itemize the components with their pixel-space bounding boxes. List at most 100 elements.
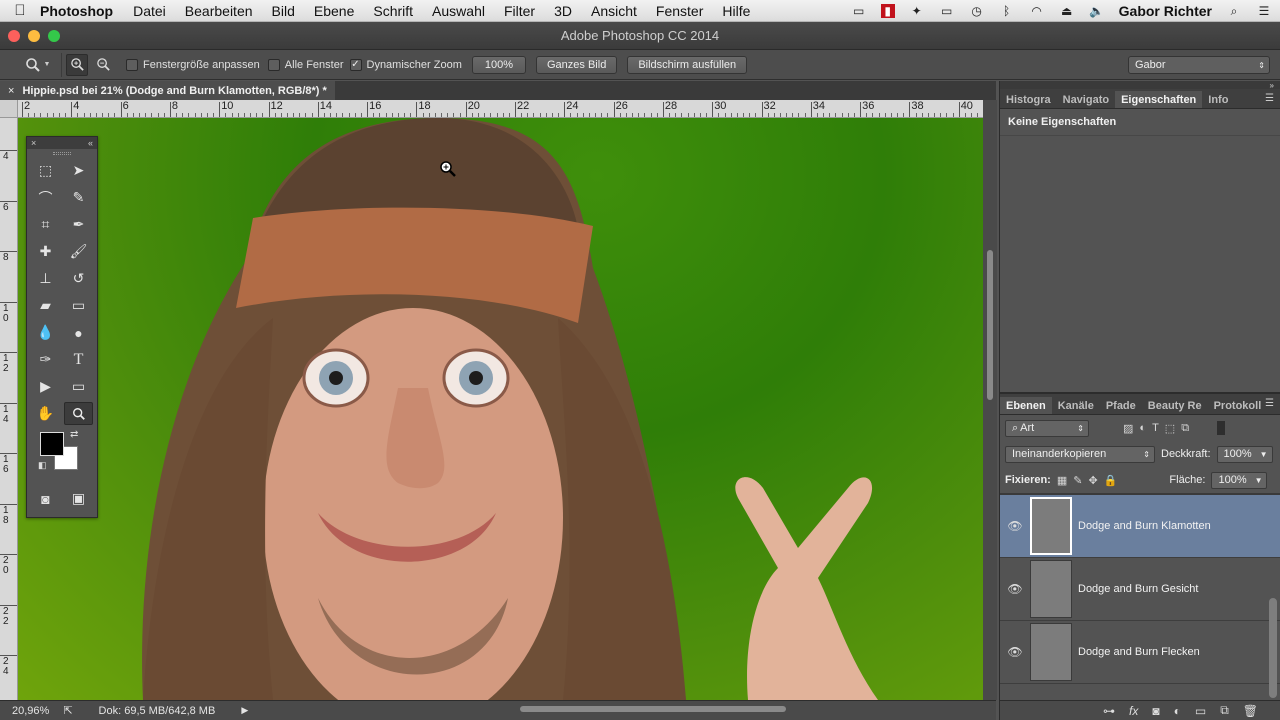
layers-scrollbar-thumb[interactable] <box>1269 598 1277 698</box>
visibility-eye-icon[interactable]: 👁 <box>1000 582 1030 596</box>
new-layer-icon[interactable]: ⧉ <box>1220 703 1229 718</box>
menu-filter[interactable]: Filter <box>504 3 535 19</box>
layer-row[interactable]: 👁 Dodge and Burn Gesicht <box>1000 558 1280 621</box>
tab-histogram[interactable]: Histogra <box>1000 91 1057 108</box>
add-mask-icon[interactable]: ◙ <box>1152 704 1159 718</box>
marquee-tool-icon[interactable]: ⬚ <box>29 157 62 184</box>
zoom-level[interactable]: 20,96% <box>12 705 49 717</box>
horizontal-ruler[interactable]: 2 4 6 8 10 12 14 16 18 20 22 24 26 28 30 32 34 36 38 40 <box>18 100 983 118</box>
canvas-horizontal-scrollbar-thumb[interactable] <box>520 706 786 712</box>
filter-kind-select[interactable]: ⌕ Art ⇕ <box>1005 419 1089 437</box>
notification-list-icon[interactable]: ☰ <box>1256 4 1272 18</box>
tab-properties[interactable]: Eigenschaften <box>1115 91 1203 108</box>
collapse-panel-icon[interactable]: « <box>88 138 93 148</box>
zoom-100-button[interactable]: 100% <box>471 55 526 74</box>
blend-mode-select[interactable]: Ineinanderkopieren ⇕ <box>1005 445 1155 463</box>
eject-icon[interactable]: ⏏ <box>1059 4 1075 18</box>
layer-row[interactable]: 👁 Dodge and Burn Flecken <box>1000 621 1280 684</box>
panel-menu-icon[interactable]: ☰ <box>1265 398 1274 409</box>
link-layers-icon[interactable]: ⊶ <box>1103 704 1115 718</box>
panel-grip[interactable] <box>27 149 97 157</box>
menu-ebene[interactable]: Ebene <box>314 3 354 19</box>
scrollbar-thumb[interactable] <box>987 250 993 400</box>
quick-selection-tool-icon[interactable]: ✎ <box>62 184 95 211</box>
tab-paths[interactable]: Pfade <box>1100 397 1142 414</box>
filter-shape-icon[interactable]: ⬚ <box>1165 422 1175 435</box>
export-icon[interactable]: ⇱ <box>63 704 72 717</box>
checkbox-box[interactable] <box>126 58 138 71</box>
path-selection-tool-icon[interactable]: ▶ <box>29 373 62 400</box>
visibility-eye-icon[interactable]: 👁 <box>1000 519 1030 533</box>
bluetooth-icon[interactable]: ᛒ <box>999 4 1015 18</box>
filter-pixel-icon[interactable]: ▨ <box>1123 422 1133 435</box>
default-colors-icon[interactable]: ◧ <box>38 460 47 471</box>
lasso-tool-icon[interactable]: ⌒ <box>29 184 62 211</box>
close-window-button[interactable] <box>8 30 20 42</box>
filter-toggle[interactable] <box>1217 421 1226 435</box>
menu-app-name[interactable]: Photoshop <box>40 3 113 19</box>
app-badge-icon[interactable]: ▮ <box>880 4 895 18</box>
document-tab[interactable]: × Hippie.psd bei 21% (Dodge and Burn Kla… <box>0 81 335 100</box>
dodge-tool-icon[interactable]: ● <box>62 319 95 346</box>
visibility-eye-icon[interactable]: 👁 <box>1000 645 1030 659</box>
close-panel-icon[interactable]: × <box>31 138 36 148</box>
crop-tool-icon[interactable]: ⌗ <box>29 211 62 238</box>
zoom-tool-icon[interactable] <box>64 402 93 425</box>
tab-beauty-retouch[interactable]: Beauty Re <box>1142 397 1208 414</box>
airplay-icon[interactable]: ▭ <box>939 4 955 18</box>
checkmark-icon[interactable]: ✓ <box>349 58 362 71</box>
tab-history[interactable]: Protokoll <box>1208 397 1268 414</box>
tab-channels[interactable]: Kanäle <box>1052 397 1100 414</box>
gradient-tool-icon[interactable]: ▭ <box>62 292 95 319</box>
tab-layers[interactable]: Ebenen <box>1000 397 1052 414</box>
fit-window-checkbox[interactable]: Fenstergröße anpassen <box>126 58 260 71</box>
screen-mode-icon[interactable]: ▣ <box>62 485 95 512</box>
wifi-icon[interactable]: ◠ <box>1029 4 1045 18</box>
fill-screen-button[interactable]: Bildschirm ausfüllen <box>627 55 748 74</box>
menu-datei[interactable]: Datei <box>133 3 166 19</box>
zoom-window-button[interactable] <box>48 30 60 42</box>
type-tool-icon[interactable]: T <box>62 346 95 373</box>
blur-tool-icon[interactable]: 💧 <box>29 319 62 346</box>
scrubby-zoom-checkbox[interactable]: ✓ Dynamischer Zoom <box>349 58 462 71</box>
hand-tool-icon[interactable]: ✋ <box>29 400 62 427</box>
layer-style-fx-icon[interactable]: fx <box>1129 704 1138 718</box>
new-adjustment-layer-icon[interactable]: ◐ <box>1174 704 1181 718</box>
tool-preset-picker[interactable]: ▼ <box>14 52 62 77</box>
lock-all-icon[interactable]: 🔒 <box>1104 474 1118 487</box>
lock-position-icon[interactable]: ✥ <box>1088 474 1097 487</box>
layer-row[interactable]: 👁 Dodge and Burn Klamotten <box>1000 495 1280 558</box>
rectangle-tool-icon[interactable]: ▭ <box>62 373 95 400</box>
volume-icon[interactable]: 🔈 <box>1089 4 1105 18</box>
filter-smartobject-icon[interactable]: ⧉ <box>1181 422 1189 435</box>
all-windows-checkbox[interactable]: Alle Fenster <box>267 58 344 71</box>
apple-menu-icon[interactable]:  <box>0 2 40 19</box>
fit-on-screen-button[interactable]: Ganzes Bild <box>536 55 618 74</box>
eyedropper-tool-icon[interactable]: ✒ <box>62 211 95 238</box>
brush-tool-icon[interactable]: 🖌 <box>62 238 95 265</box>
lock-pixels-icon[interactable]: ✎ <box>1073 474 1082 487</box>
spotlight-search-icon[interactable]: ⌕ <box>1226 4 1242 18</box>
menu-auswahl[interactable]: Auswahl <box>432 3 485 19</box>
time-machine-icon[interactable]: ◷ <box>969 4 985 18</box>
pen-tool-icon[interactable]: ✑ <box>29 346 62 373</box>
menu-bearbeiten[interactable]: Bearbeiten <box>185 3 253 19</box>
document-canvas[interactable] <box>18 118 983 700</box>
close-tab-icon[interactable]: × <box>8 85 14 97</box>
menu-schrift[interactable]: Schrift <box>373 3 413 19</box>
status-menu-arrow-icon[interactable]: ▶ <box>241 705 248 716</box>
user-name[interactable]: Gabor Richter <box>1119 3 1212 19</box>
clone-stamp-tool-icon[interactable]: ⊥ <box>29 265 62 292</box>
workspace-select[interactable]: Gabor ⇕ <box>1128 56 1270 74</box>
quick-mask-icon[interactable]: ◙ <box>29 485 62 512</box>
menu-3d[interactable]: 3D <box>554 3 572 19</box>
fill-field[interactable]: 100% ▼ <box>1211 471 1268 489</box>
checkbox-box[interactable] <box>267 58 280 71</box>
zoom-out-button[interactable] <box>92 54 114 76</box>
panel-menu-icon[interactable]: ☰ <box>1265 93 1274 104</box>
swap-colors-icon[interactable]: ⇄ <box>70 429 78 440</box>
foreground-color[interactable] <box>40 432 64 456</box>
tab-info[interactable]: Info <box>1202 91 1234 108</box>
delete-layer-icon[interactable]: 🗑 <box>1243 704 1258 718</box>
dropbox-icon[interactable]: ✦ <box>909 4 925 18</box>
